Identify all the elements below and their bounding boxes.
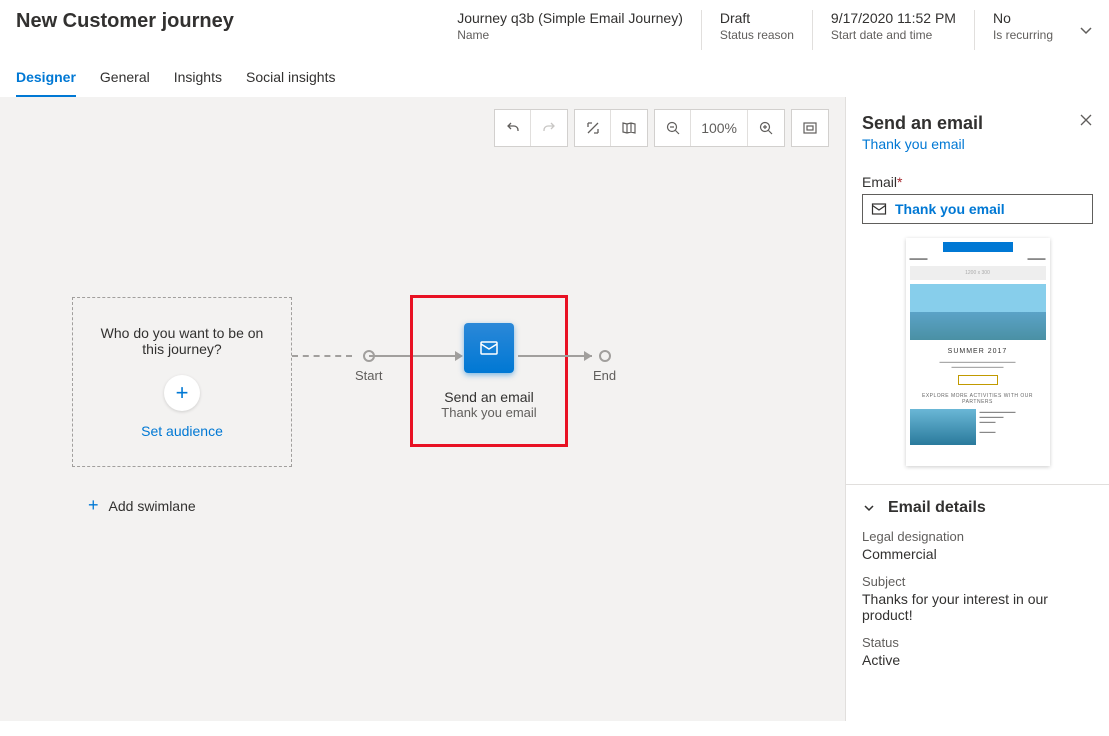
mail-icon bbox=[464, 323, 514, 373]
email-tile[interactable]: Send an email Thank you email bbox=[410, 295, 568, 447]
fit-button[interactable] bbox=[575, 110, 611, 146]
close-panel-button[interactable] bbox=[1079, 113, 1093, 127]
tile-title: Send an email bbox=[444, 389, 534, 405]
status-label: Status bbox=[862, 635, 1093, 650]
set-audience-link[interactable]: Set audience bbox=[141, 423, 223, 439]
minimap-button[interactable] bbox=[611, 110, 647, 146]
email-field: Email* Thank you email bbox=[862, 174, 1093, 224]
zoom-in-button[interactable] bbox=[748, 110, 784, 146]
email-value: Thank you email bbox=[895, 201, 1005, 217]
connector-2 bbox=[518, 355, 592, 357]
end-node: End bbox=[593, 350, 616, 383]
zoom-level[interactable]: 100% bbox=[691, 110, 748, 146]
header-meta: Journey q3b (Simple Email Journey) Name … bbox=[439, 10, 1093, 50]
audience-question: Who do you want to be on this journey? bbox=[89, 325, 275, 357]
section-header[interactable]: Email details bbox=[862, 499, 1093, 517]
meta-recurring[interactable]: No Is recurring bbox=[974, 10, 1071, 50]
meta-date[interactable]: 9/17/2020 11:52 PM Start date and time bbox=[812, 10, 974, 50]
mail-icon bbox=[871, 201, 887, 217]
legal-value: Commercial bbox=[862, 546, 1093, 562]
subject-value: Thanks for your interest in our product! bbox=[862, 591, 1093, 623]
tab-insights[interactable]: Insights bbox=[174, 69, 222, 97]
add-swimlane-button[interactable]: + Add swimlane bbox=[88, 495, 196, 516]
chevron-down-icon[interactable] bbox=[1079, 23, 1093, 37]
panel-link[interactable]: Thank you email bbox=[862, 136, 1093, 152]
meta-status[interactable]: Draft Status reason bbox=[701, 10, 812, 50]
meta-name[interactable]: Journey q3b (Simple Email Journey) Name bbox=[439, 10, 701, 50]
tab-social[interactable]: Social insights bbox=[246, 69, 336, 97]
properties-panel: Send an email Thank you email Email* Tha… bbox=[845, 97, 1109, 721]
redo-button bbox=[531, 110, 567, 146]
legal-label: Legal designation bbox=[862, 529, 1093, 544]
fullscreen-button[interactable] bbox=[792, 110, 828, 146]
panel-title: Send an email bbox=[862, 113, 983, 134]
tile-subtitle: Thank you email bbox=[441, 405, 536, 420]
audience-placeholder[interactable]: Who do you want to be on this journey? +… bbox=[72, 297, 292, 467]
arrow-icon bbox=[584, 351, 592, 361]
email-details-section: Email details Legal designation Commerci… bbox=[846, 484, 1109, 668]
add-audience-button[interactable]: + bbox=[164, 375, 200, 411]
plus-icon: + bbox=[88, 495, 99, 516]
status-value: Active bbox=[862, 652, 1093, 668]
tab-general[interactable]: General bbox=[100, 69, 150, 97]
tab-designer[interactable]: Designer bbox=[16, 69, 76, 97]
required-icon: * bbox=[897, 174, 902, 190]
email-preview: ▬▬▬▬▬▬ 1200 x 300 SUMMER 2017 ▬▬▬▬▬▬▬▬▬▬… bbox=[906, 238, 1050, 466]
zoom-out-button[interactable] bbox=[655, 110, 691, 146]
connector-dashed bbox=[292, 355, 352, 357]
page-header: New Customer journey Journey q3b (Simple… bbox=[0, 0, 1109, 51]
end-dot-icon bbox=[599, 350, 611, 362]
designer-canvas[interactable]: 100% Who do you want to be on this journ… bbox=[0, 97, 845, 721]
tab-bar: Designer General Insights Social insight… bbox=[0, 51, 1109, 97]
page-title: New Customer journey bbox=[16, 10, 439, 33]
canvas-toolbar: 100% bbox=[494, 109, 829, 147]
undo-button[interactable] bbox=[495, 110, 531, 146]
subject-label: Subject bbox=[862, 574, 1093, 589]
email-lookup-input[interactable]: Thank you email bbox=[862, 194, 1093, 224]
chevron-down-icon bbox=[862, 501, 876, 515]
